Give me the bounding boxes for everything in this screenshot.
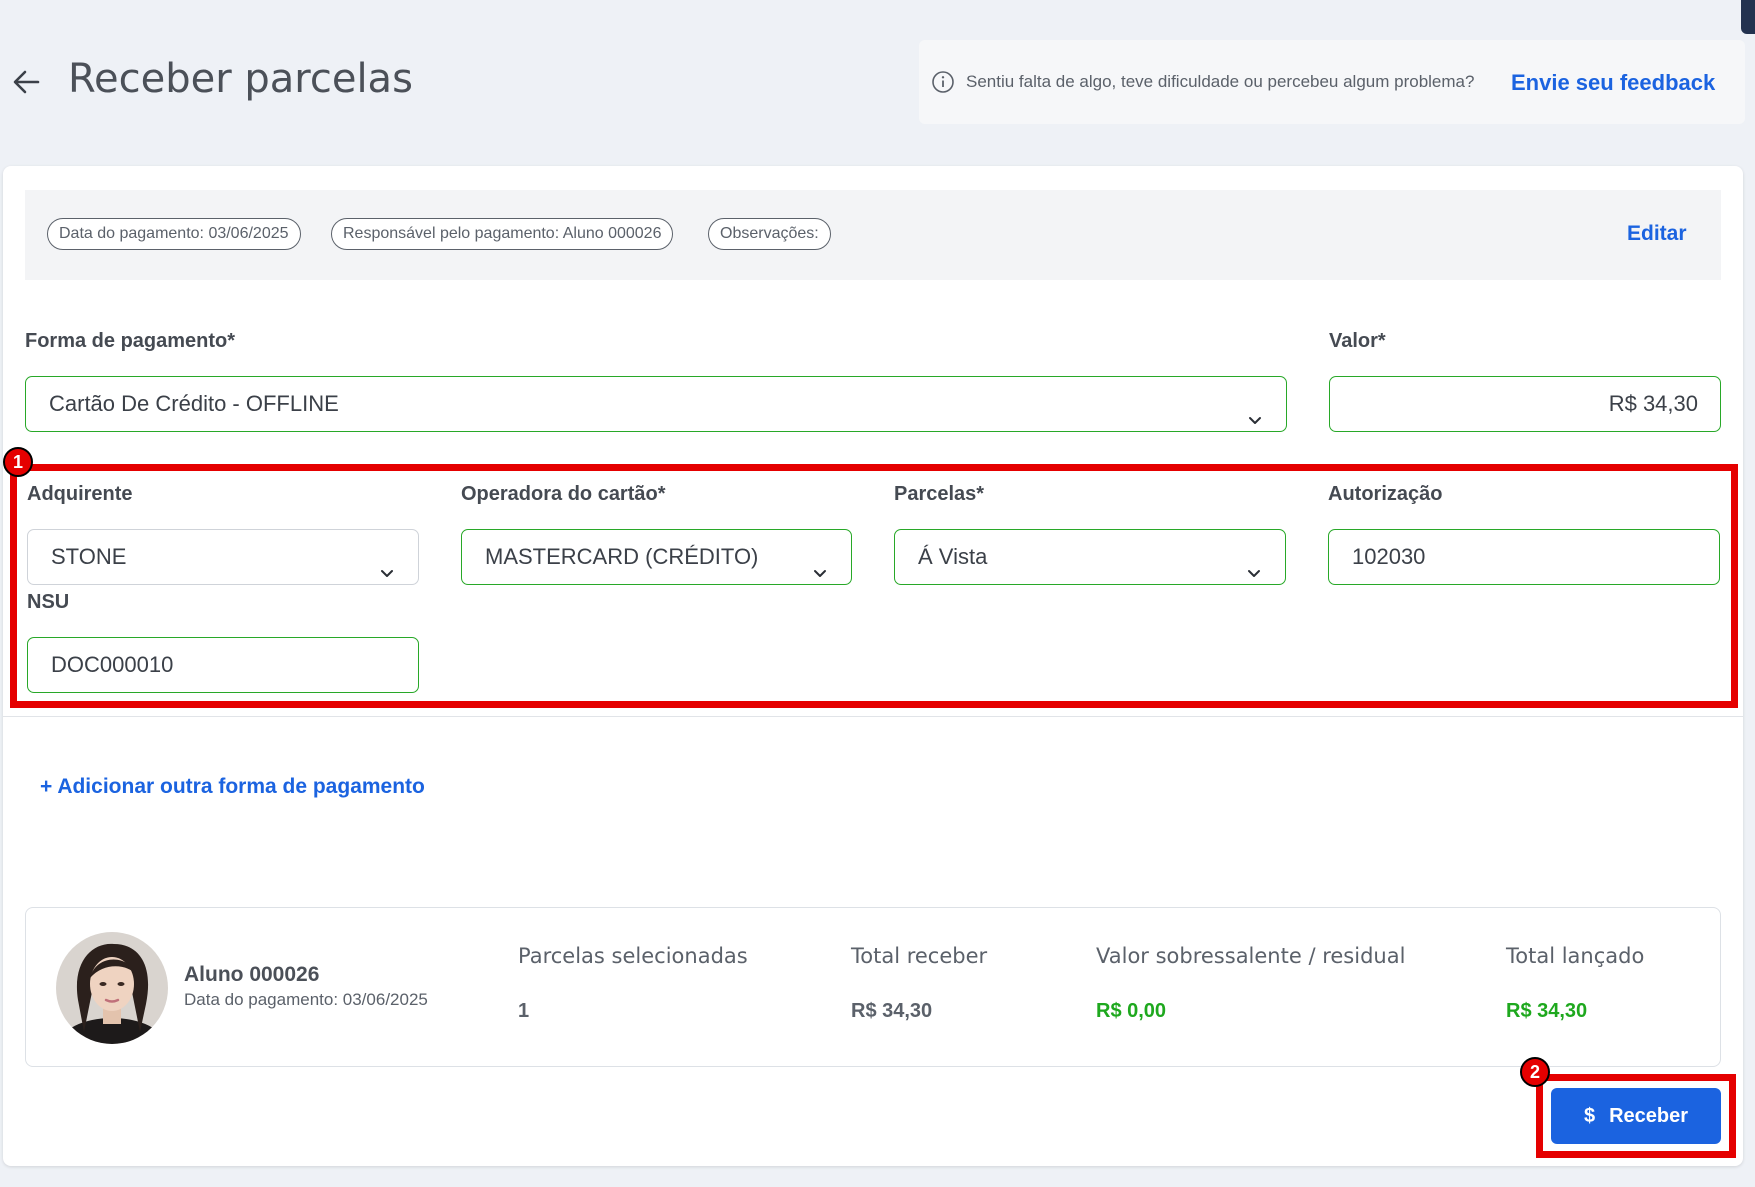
corner-tab	[1741, 0, 1755, 34]
feedback-text: Sentiu falta de algo, teve dificuldade o…	[966, 72, 1475, 91]
annotation-badge-2: 2	[1520, 1057, 1550, 1087]
acquirer-select[interactable]: STONE	[27, 529, 419, 585]
chevron-down-icon	[1246, 395, 1264, 424]
student-name: Aluno 000026	[184, 963, 320, 986]
total-posted-header: Total lançado	[1506, 944, 1645, 968]
nsu-input[interactable]: DOC000010	[27, 637, 419, 693]
payment-method-select[interactable]: Cartão De Crédito - OFFLINE	[25, 376, 1287, 432]
chip-notes: Observações:	[708, 218, 831, 250]
page-title: Receber parcelas	[68, 56, 413, 102]
payment-method-label: Forma de pagamento*	[25, 330, 236, 352]
avatar	[56, 932, 168, 1044]
feedback-link[interactable]: Envie seu feedback	[1511, 70, 1715, 96]
residual-value: R$ 0,00	[1096, 1000, 1167, 1022]
selected-installments-value: 1	[518, 1000, 530, 1022]
summary-card	[25, 907, 1721, 1067]
authorization-input[interactable]: 102030	[1328, 529, 1720, 585]
total-posted-value: R$ 34,30	[1506, 1000, 1588, 1022]
authorization-label: Autorização	[1328, 483, 1443, 505]
receive-button[interactable]: $ Receber	[1551, 1088, 1721, 1144]
selected-installments-header: Parcelas selecionadas	[518, 944, 748, 968]
acquirer-label: Adquirente	[27, 483, 133, 505]
installments-label: Parcelas*	[894, 483, 985, 505]
divider	[3, 716, 1743, 717]
acquirer-value: STONE	[51, 544, 127, 569]
card-operator-select[interactable]: MASTERCARD (CRÉDITO)	[461, 529, 852, 585]
card-operator-label: Operadora do cartão*	[461, 483, 666, 505]
chip-payer: Responsável pelo pagamento: Aluno 000026	[331, 218, 674, 250]
student-payment-date: Data do pagamento: 03/06/2025	[184, 990, 428, 1009]
info-icon	[931, 70, 955, 94]
total-receive-header: Total receber	[851, 944, 988, 968]
total-receive-value: R$ 34,30	[851, 1000, 933, 1022]
chevron-down-icon	[811, 548, 829, 577]
card-operator-value: MASTERCARD (CRÉDITO)	[485, 544, 759, 569]
back-arrow-icon[interactable]	[8, 62, 48, 102]
chip-payment-date: Data do pagamento: 03/06/2025	[47, 218, 301, 250]
edit-button[interactable]: Editar	[1627, 222, 1687, 246]
chevron-down-icon	[378, 548, 396, 577]
installments-select[interactable]: Á Vista	[894, 529, 1286, 585]
amount-input[interactable]: R$ 34,30	[1329, 376, 1721, 432]
receive-button-label: Receber	[1609, 1105, 1689, 1127]
residual-value-header: Valor sobressalente / residual	[1096, 944, 1406, 968]
installments-value: Á Vista	[918, 544, 988, 569]
annotation-badge-1: 1	[3, 447, 33, 477]
dollar-icon: $	[1583, 1105, 1596, 1127]
nsu-label: NSU	[27, 591, 70, 613]
payment-method-value: Cartão De Crédito - OFFLINE	[49, 391, 339, 416]
amount-label: Valor*	[1329, 330, 1386, 352]
add-payment-method-link[interactable]: + Adicionar outra forma de pagamento	[40, 775, 425, 799]
chevron-down-icon	[1245, 548, 1263, 577]
